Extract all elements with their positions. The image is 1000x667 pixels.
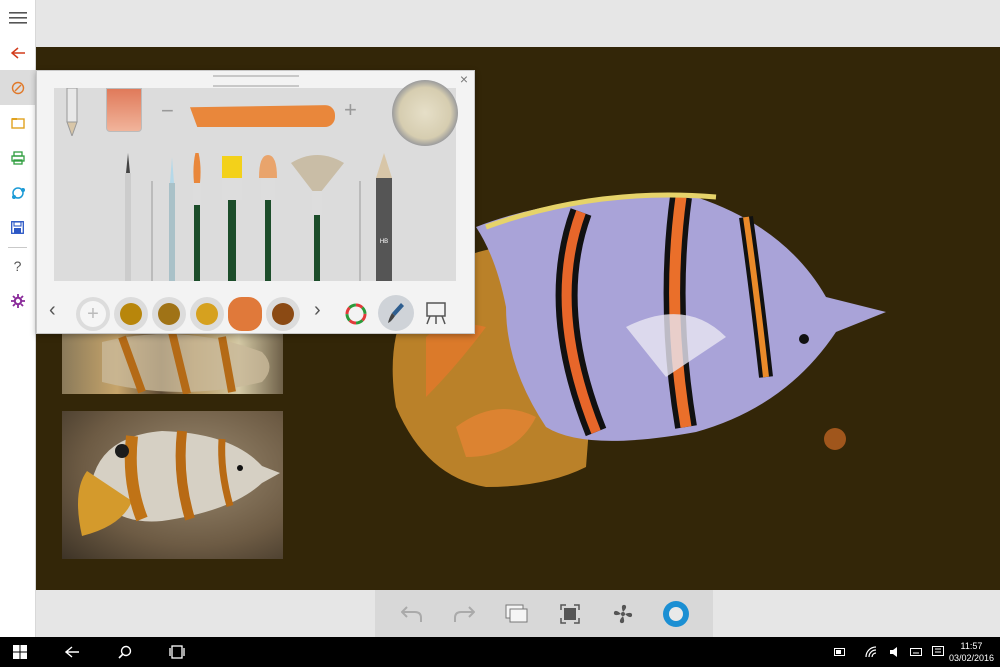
size-increase-button[interactable]: + (344, 97, 357, 123)
eraser-tool[interactable] (106, 88, 142, 132)
close-panel-button[interactable]: × (460, 71, 468, 87)
search-icon (118, 645, 132, 659)
flat-brush[interactable] (222, 156, 242, 281)
reference-fish-image (102, 332, 270, 394)
app-sidebar: ? (0, 0, 36, 637)
top-bar (36, 0, 1000, 47)
clock-time: 11:57 (960, 641, 983, 651)
task-view-button[interactable] (157, 637, 197, 667)
color-swatch[interactable] (152, 297, 186, 331)
color-wheel-icon[interactable] (344, 302, 368, 326)
reference-photo-bottom[interactable] (62, 411, 283, 559)
back-button[interactable] (0, 35, 35, 70)
swatch-color (272, 303, 294, 325)
fan-button[interactable] (606, 597, 640, 631)
easel-icon[interactable] (424, 301, 448, 325)
swatch-next-button[interactable]: › (314, 299, 321, 322)
share-button[interactable] (0, 175, 35, 210)
pencil-tip-tool[interactable] (65, 88, 79, 136)
swatch-color (120, 303, 142, 325)
hamburger-menu-button[interactable] (0, 0, 35, 35)
windows-logo-icon (13, 645, 27, 659)
redo-button[interactable] (447, 597, 481, 631)
fit-screen-icon (560, 604, 580, 624)
undo-button[interactable] (395, 597, 429, 631)
color-swatch[interactable] (266, 297, 300, 331)
fan-brush[interactable] (291, 155, 344, 281)
swatch-color (158, 303, 180, 325)
share-icon (11, 186, 25, 199)
color-swatch[interactable] (114, 297, 148, 331)
print-button[interactable] (0, 140, 35, 175)
swatch-color (196, 303, 218, 325)
back-arrow-icon (10, 46, 25, 59)
undo-icon (401, 606, 422, 622)
notifications-icon[interactable] (932, 646, 944, 658)
size-decrease-button[interactable]: − (161, 98, 174, 124)
back-arrow-icon (65, 646, 79, 658)
picker-center (669, 607, 683, 621)
color-mixer-cup[interactable] (392, 80, 458, 146)
layers-button[interactable] (500, 597, 534, 631)
save-button[interactable] (0, 210, 35, 245)
filbert-brush[interactable] (259, 155, 277, 281)
swatch-prev-button[interactable]: ‹ (49, 299, 56, 322)
printer-icon (10, 150, 25, 165)
clock-date: 03/02/2016 (948, 653, 994, 663)
start-button[interactable] (0, 637, 40, 667)
bottom-toolbar-panel (375, 590, 713, 637)
brush-icon (388, 303, 404, 323)
tray-divider (151, 181, 153, 281)
pencil-grade-label: HB (380, 239, 388, 245)
paint-dot (824, 428, 846, 450)
search-button[interactable] (105, 637, 145, 667)
layers-icon (505, 604, 528, 623)
detail-brush[interactable] (169, 157, 175, 281)
plus-icon: + (80, 301, 106, 327)
redo-icon (454, 606, 475, 622)
settings-button[interactable] (0, 283, 35, 318)
taskbar-back-button[interactable] (52, 637, 92, 667)
taskbar-clock[interactable]: 11:57 03/02/2016 (949, 640, 994, 664)
windows-taskbar: 11:57 03/02/2016 (0, 637, 1000, 667)
bottom-toolbar (36, 590, 1000, 637)
color-picker-icon (663, 601, 689, 627)
brush-size-preview (190, 105, 335, 127)
keyboard-icon[interactable] (910, 646, 922, 658)
round-brush[interactable] (193, 153, 201, 281)
reference-photo-top[interactable] (62, 332, 283, 394)
battery-icon[interactable] (834, 648, 846, 656)
brush-set: HB (125, 153, 392, 281)
brush-palette-panel[interactable]: × − + HB ‹ + › (36, 70, 475, 334)
hamburger-icon (8, 11, 27, 24)
panel-drag-handle[interactable] (213, 75, 299, 87)
task-view-icon (169, 645, 185, 659)
add-swatch-button[interactable]: + (76, 297, 110, 331)
brush-tray: − + HB (54, 80, 458, 281)
volume-icon[interactable] (889, 646, 901, 658)
color-swatch-selected[interactable] (228, 297, 262, 331)
new-drawing-icon (11, 81, 24, 94)
save-icon (11, 221, 24, 234)
new-drawing-button[interactable] (0, 70, 35, 105)
tray-divider (359, 181, 361, 281)
help-button[interactable]: ? (0, 248, 35, 283)
folder-icon (10, 117, 25, 129)
help-icon: ? (13, 257, 22, 274)
graphite-pencil[interactable] (376, 153, 392, 281)
color-picker-button[interactable] (659, 597, 693, 631)
gear-icon (10, 293, 25, 308)
fan-icon (613, 604, 633, 624)
liner-brush[interactable] (125, 153, 131, 281)
color-swatch[interactable] (190, 297, 224, 331)
wifi-icon[interactable] (865, 646, 877, 658)
fit-screen-button[interactable] (553, 597, 587, 631)
reference-fish-image (78, 430, 280, 536)
open-button[interactable] (0, 105, 35, 140)
brush-mode-button[interactable] (378, 295, 414, 331)
